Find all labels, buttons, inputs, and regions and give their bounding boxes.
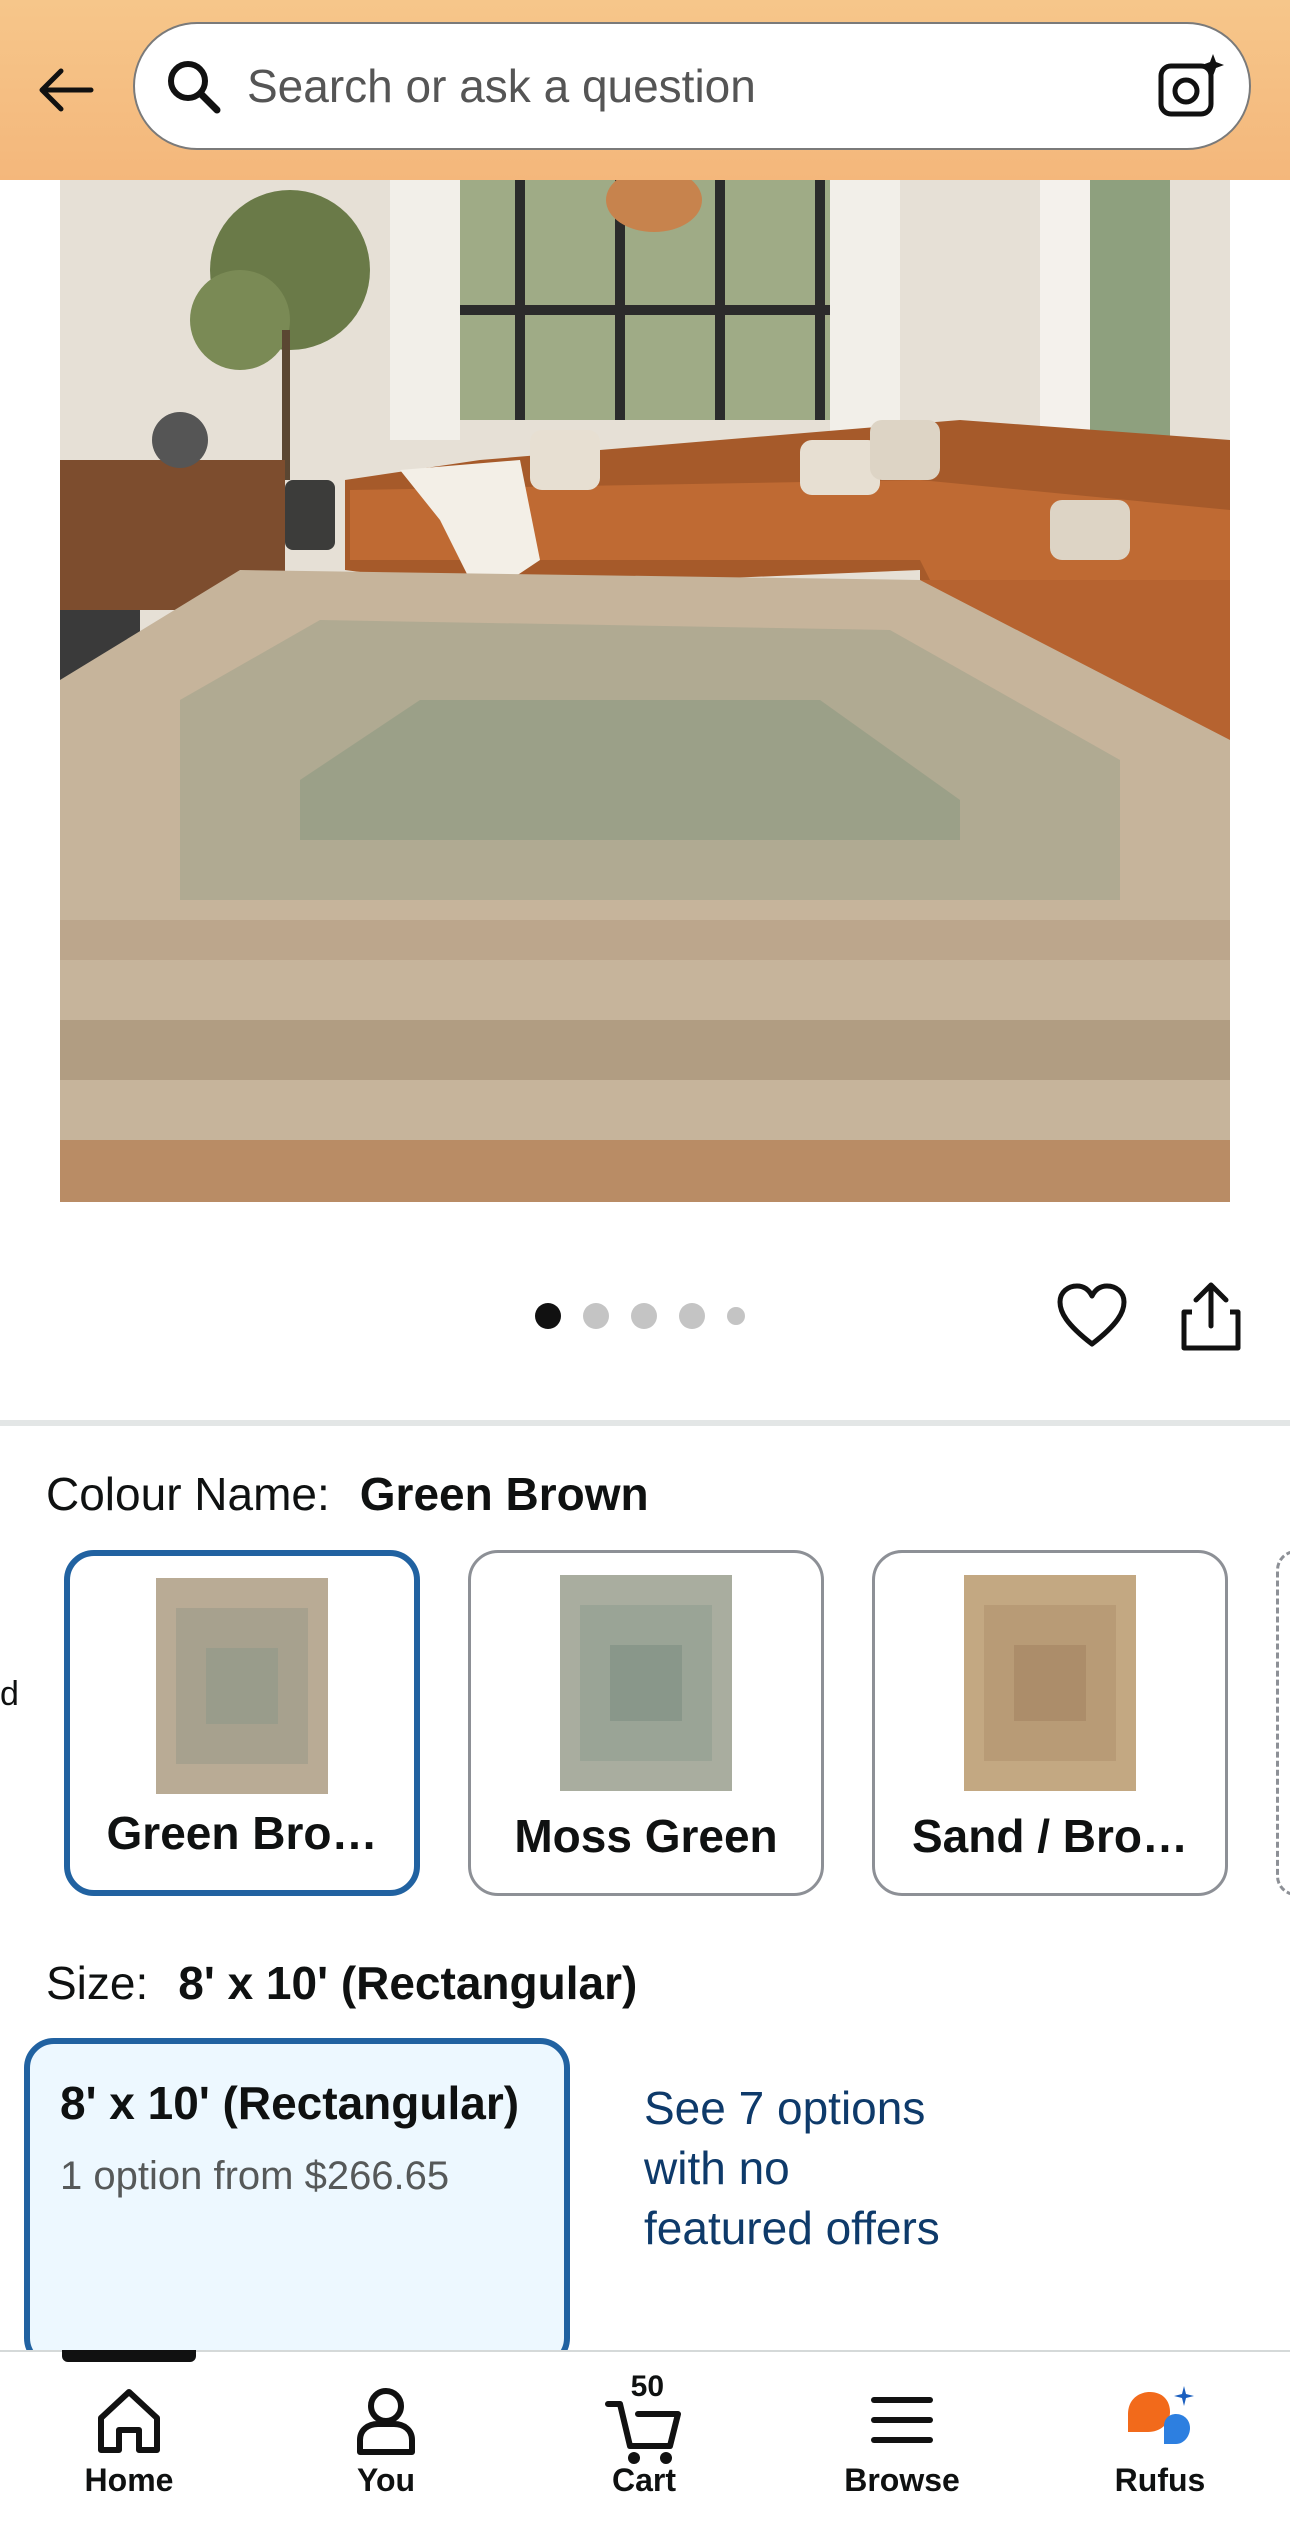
left-edge-fragment: d <box>0 1675 19 1713</box>
back-arrow-icon <box>39 68 94 112</box>
tab-label: You <box>356 2462 416 2498</box>
cart-icon <box>605 2401 681 2464</box>
page-dot[interactable] <box>631 1303 657 1329</box>
size-row: Size: 8' x 10' (Rectangular) <box>46 1953 637 2013</box>
menu-icon <box>871 2397 933 2443</box>
search-bar[interactable]: Search or ask a question <box>133 22 1251 150</box>
size-option-title: 8' x 10' (Rectangular) <box>60 2077 520 2129</box>
colour-option-name: Sand / Bro… <box>911 1810 1189 1862</box>
colour-value: Green Brown <box>359 1468 649 1520</box>
home-icon <box>98 2389 160 2453</box>
user-icon <box>357 2388 415 2455</box>
search-icon <box>168 61 221 114</box>
size-option-selected[interactable]: 8' x 10' (Rectangular) 1 option from $26… <box>24 2038 570 2368</box>
tab-cart[interactable]: 50 Cart <box>544 2370 744 2520</box>
colour-label: Colour Name: <box>46 1468 330 1520</box>
wishlist-heart-icon[interactable] <box>1056 1282 1128 1348</box>
top-header: Search or ask a question <box>0 0 1290 180</box>
tab-label: Browse <box>844 2462 960 2498</box>
product-image[interactable] <box>60 180 1230 1202</box>
colour-option-name: Green Bro… <box>106 1807 378 1859</box>
rug-thumbnail <box>560 1575 732 1791</box>
tab-label: Cart <box>611 2462 676 2498</box>
size-option-price: 1 option from $266.65 <box>60 2154 450 2198</box>
camera-search-icon[interactable] <box>1155 52 1225 122</box>
see-more-options-link[interactable]: See 7 options with no featured offers <box>644 2078 964 2258</box>
page-dot[interactable] <box>583 1303 609 1329</box>
size-label: Size: <box>46 1957 149 2009</box>
tab-rufus[interactable]: Rufus <box>1060 2370 1260 2520</box>
rufus-icon <box>1128 2386 1194 2444</box>
colour-option-green-brown[interactable]: Green Bro… <box>64 1550 420 1896</box>
colour-option-sand-brown[interactable]: Sand / Bro… <box>872 1550 1228 1896</box>
tab-label: Rufus <box>1114 2462 1206 2498</box>
page-dot-active[interactable] <box>535 1303 561 1329</box>
search-input[interactable]: Search or ask a question <box>247 58 756 114</box>
product-photo <box>60 180 1230 1202</box>
colour-option-moss-green[interactable]: Moss Green <box>468 1550 824 1896</box>
rug-thumbnail <box>964 1575 1136 1791</box>
share-icon[interactable] <box>1178 1280 1244 1352</box>
page-dot[interactable] <box>679 1303 705 1329</box>
rug-thumbnail <box>156 1578 328 1794</box>
colour-option-name: Moss Green <box>514 1810 778 1862</box>
tab-you[interactable]: You <box>286 2370 486 2520</box>
tab-home[interactable]: Home <box>29 2370 229 2520</box>
page-dot[interactable] <box>727 1307 745 1325</box>
tab-label: Home <box>84 2462 174 2498</box>
colour-name-row: Colour Name: Green Brown <box>46 1464 649 1524</box>
section-divider <box>0 1420 1290 1426</box>
back-button[interactable] <box>30 55 100 125</box>
size-value: 8' x 10' (Rectangular) <box>178 1957 638 2009</box>
active-tab-indicator <box>62 2350 196 2362</box>
image-pagination <box>535 1299 745 1333</box>
colour-option-partial[interactable] <box>1276 1550 1290 1896</box>
tab-browse[interactable]: Browse <box>802 2370 1002 2520</box>
